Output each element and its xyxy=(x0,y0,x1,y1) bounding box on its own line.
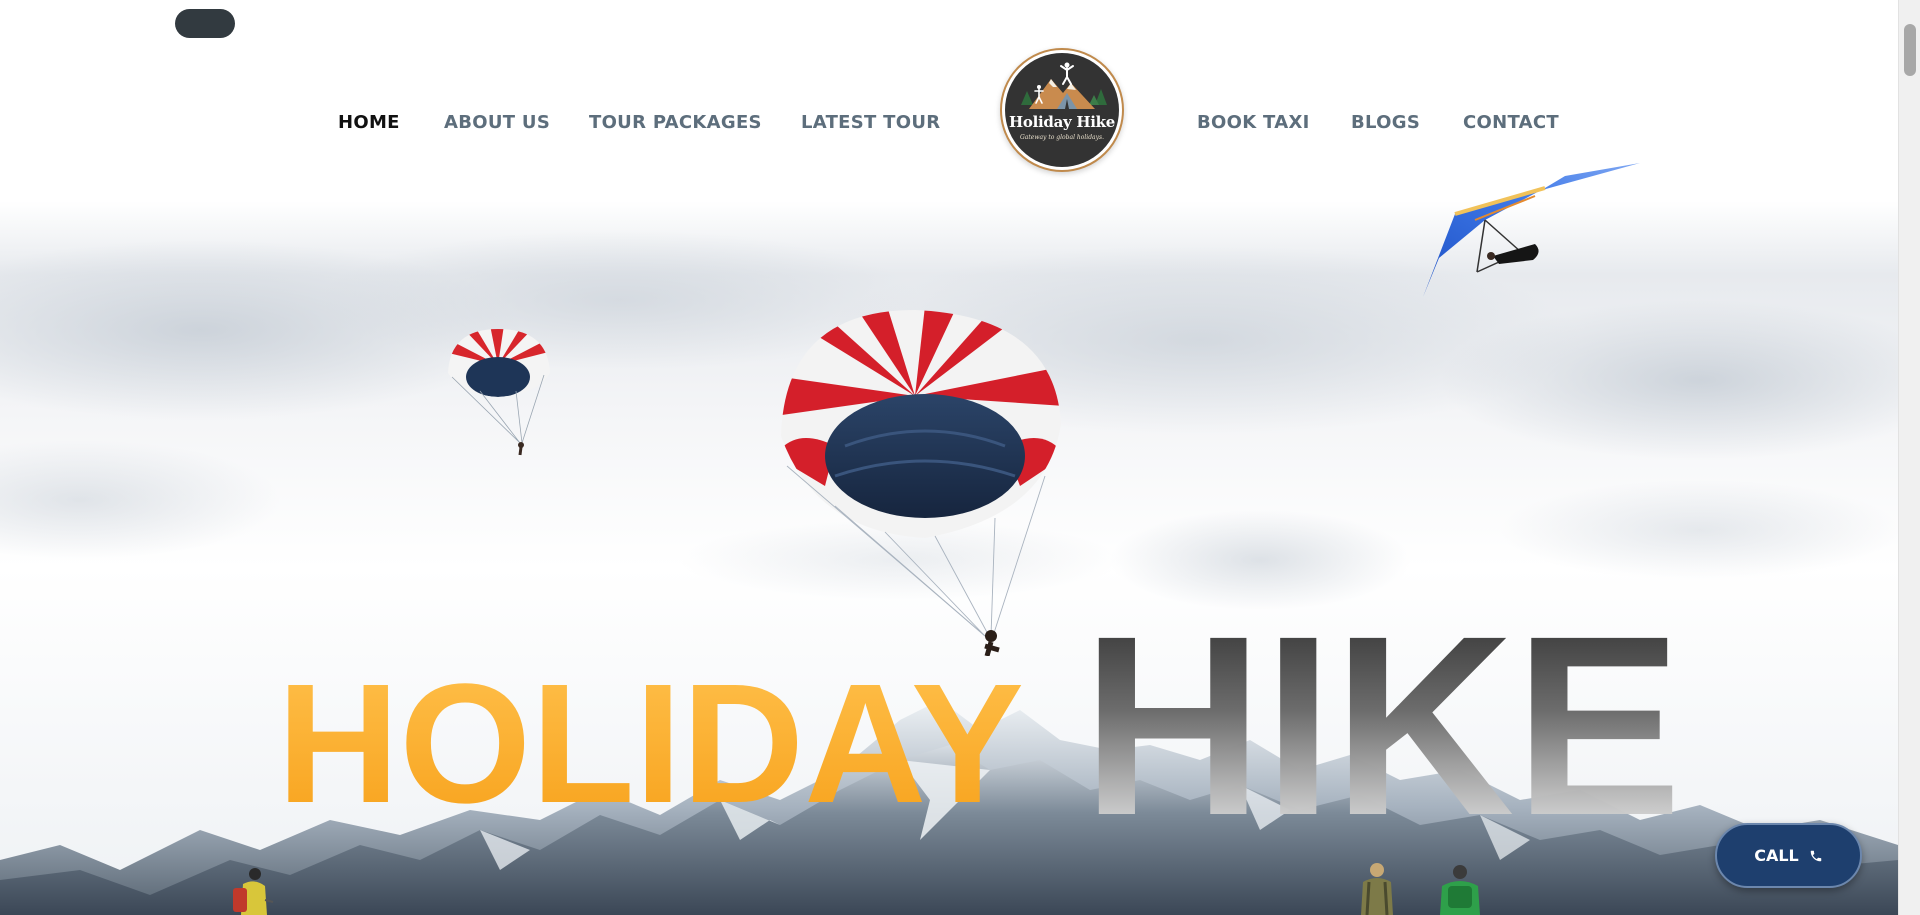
logo-tagline: Gateway to global holidays. xyxy=(1020,134,1104,141)
nav-item-about-us[interactable]: ABOUT US xyxy=(444,111,550,135)
hero-word-hike: HIKE xyxy=(1082,600,1682,840)
hiker-mid-icon xyxy=(1361,863,1393,915)
nav-item-tour-packages[interactable]: TOUR PACKAGES xyxy=(589,111,762,135)
page: HOME ABOUT US TOUR PACKAGES LATEST TOUR … xyxy=(0,0,1920,915)
phone-icon xyxy=(1809,849,1823,863)
site-logo[interactable]: Holiday Hike Gateway to global holidays. xyxy=(1000,48,1124,172)
call-button-label: CALL xyxy=(1754,846,1799,865)
scrollbar-thumb[interactable] xyxy=(1904,24,1916,76)
hiker-left-icon xyxy=(233,868,274,915)
nav-item-home[interactable]: HOME xyxy=(338,111,400,135)
nav-item-latest-tour[interactable]: LATEST TOUR xyxy=(801,111,940,135)
nav-item-contact[interactable]: CONTACT xyxy=(1463,111,1559,135)
logo-badge: Holiday Hike Gateway to global holidays. xyxy=(1005,53,1119,167)
page-scrollbar[interactable] xyxy=(1898,0,1920,915)
hero-title: HOLIDAY HIKE xyxy=(277,600,1682,840)
top-toggle-pill[interactable] xyxy=(175,9,235,38)
small-parachute-icon xyxy=(448,329,550,456)
hiker-right-icon xyxy=(1440,865,1480,915)
logo-title: Holiday Hike xyxy=(1009,113,1115,131)
hang-glider-icon xyxy=(1423,163,1640,297)
nav-item-blogs[interactable]: BLOGS xyxy=(1351,111,1420,135)
nav-item-book-taxi[interactable]: BOOK TAXI xyxy=(1197,111,1310,135)
mountain-logo-icon xyxy=(1021,62,1107,109)
hero-word-holiday: HOLIDAY xyxy=(277,649,1024,839)
call-button[interactable]: CALL xyxy=(1715,823,1862,888)
